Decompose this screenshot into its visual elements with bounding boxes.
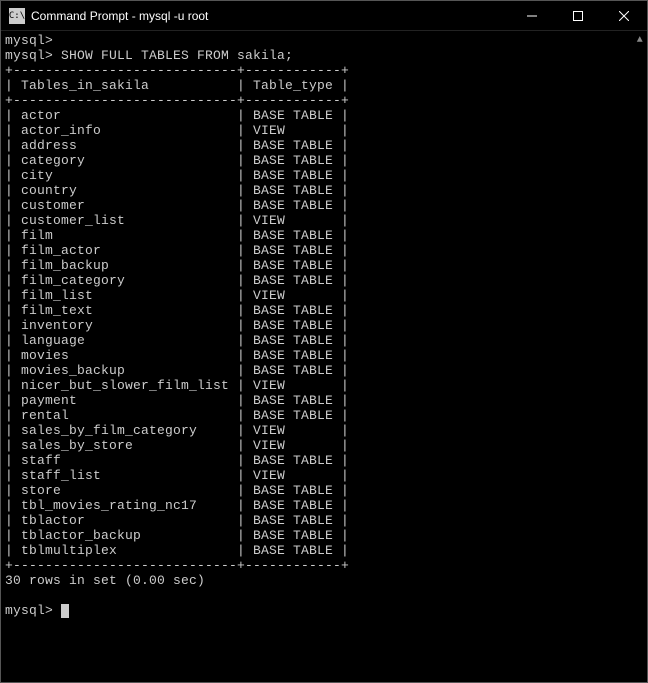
window-title: Command Prompt - mysql -u root [31,9,509,23]
app-icon: C:\ [9,8,25,24]
close-button[interactable] [601,1,647,30]
text-cursor [61,604,69,618]
terminal-output: mysql> mysql> SHOW FULL TABLES FROM saki… [5,33,349,618]
terminal-viewport[interactable]: ▲ mysql> mysql> SHOW FULL TABLES FROM sak… [1,31,647,682]
close-icon [619,11,629,21]
maximize-button[interactable] [555,1,601,30]
maximize-icon [573,11,583,21]
command-prompt-window: C:\ Command Prompt - mysql -u root ▲ mysq… [0,0,648,683]
minimize-icon [527,11,537,21]
minimize-button[interactable] [509,1,555,30]
window-buttons [509,1,647,30]
scroll-up-indicator: ▲ [637,33,643,48]
titlebar[interactable]: C:\ Command Prompt - mysql -u root [1,1,647,31]
